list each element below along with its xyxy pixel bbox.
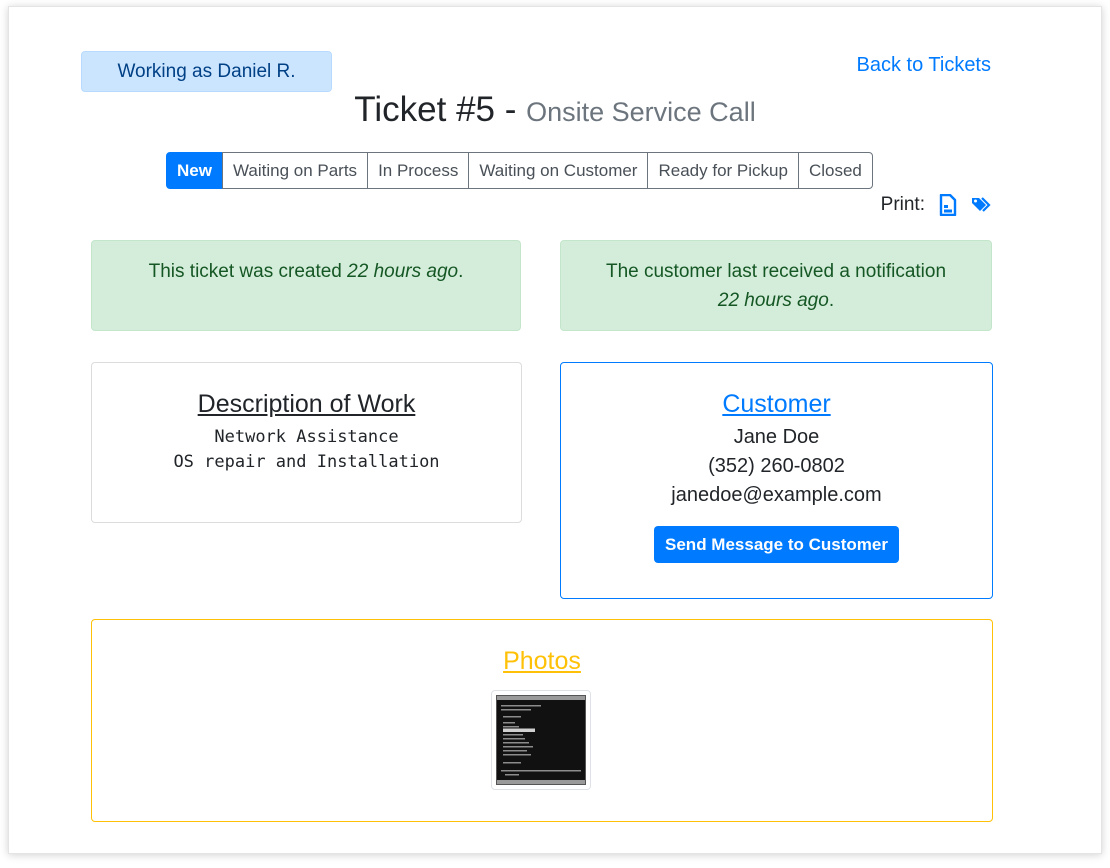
notification-alert: The customer last received a notificatio…: [560, 240, 992, 331]
notification-time: 22 hours ago: [717, 290, 829, 311]
document-print-icon[interactable]: [939, 194, 957, 216]
created-text: This ticket was created: [148, 261, 348, 282]
created-suffix: .: [458, 261, 464, 282]
customer-name: Jane Doe: [733, 426, 820, 448]
back-to-tickets-link[interactable]: Back to Tickets: [857, 54, 992, 77]
description-card: Description of Work Network Assistance O…: [91, 362, 522, 523]
customer-heading-link[interactable]: Customer: [561, 363, 992, 419]
working-as-badge: Working as Daniel R.: [81, 51, 332, 92]
status-button-group: New Waiting on Parts In Process Waiting …: [166, 152, 873, 189]
photos-heading: Photos: [503, 647, 581, 675]
description-line: Network Assistance: [214, 427, 399, 447]
status-waiting-on-parts-button[interactable]: Waiting on Parts: [221, 152, 369, 189]
notification-suffix: .: [828, 290, 835, 311]
photo-image: [496, 695, 586, 785]
notification-text: The customer last received a notificatio…: [605, 261, 947, 282]
status-in-process-button[interactable]: In Process: [367, 152, 470, 189]
send-message-button[interactable]: Send Message to Customer: [654, 526, 899, 563]
description-heading: Description of Work: [197, 390, 416, 418]
customer-card: Customer Jane Doe (352) 260-0802 janedoe…: [560, 362, 993, 599]
created-alert: This ticket was created 22 hours ago.: [91, 240, 521, 331]
print-controls: Print:: [881, 193, 993, 217]
status-new-button[interactable]: New: [166, 152, 223, 189]
status-waiting-on-customer-button[interactable]: Waiting on Customer: [468, 152, 649, 189]
ticket-number: Ticket #5 -: [354, 90, 527, 129]
created-time: 22 hours ago: [347, 261, 459, 282]
customer-email: janedoe@example.com: [671, 484, 882, 506]
customer-details: Jane Doe (352) 260-0802 janedoe@example.…: [561, 423, 992, 510]
description-text: Network Assistance OS repair and Install…: [92, 425, 521, 475]
customer-phone: (352) 260-0802: [708, 455, 845, 477]
photo-thumbnail[interactable]: [491, 690, 591, 790]
ticket-type: Onsite Service Call: [526, 97, 756, 127]
tags-print-icon[interactable]: [971, 196, 993, 214]
photos-card: Photos: [91, 619, 993, 822]
page-title: Ticket #5 - Onsite Service Call: [0, 90, 1110, 130]
print-label: Print:: [880, 194, 925, 215]
status-ready-for-pickup-button[interactable]: Ready for Pickup: [647, 152, 799, 189]
description-line: OS repair and Installation: [173, 452, 440, 472]
status-closed-button[interactable]: Closed: [797, 152, 873, 189]
